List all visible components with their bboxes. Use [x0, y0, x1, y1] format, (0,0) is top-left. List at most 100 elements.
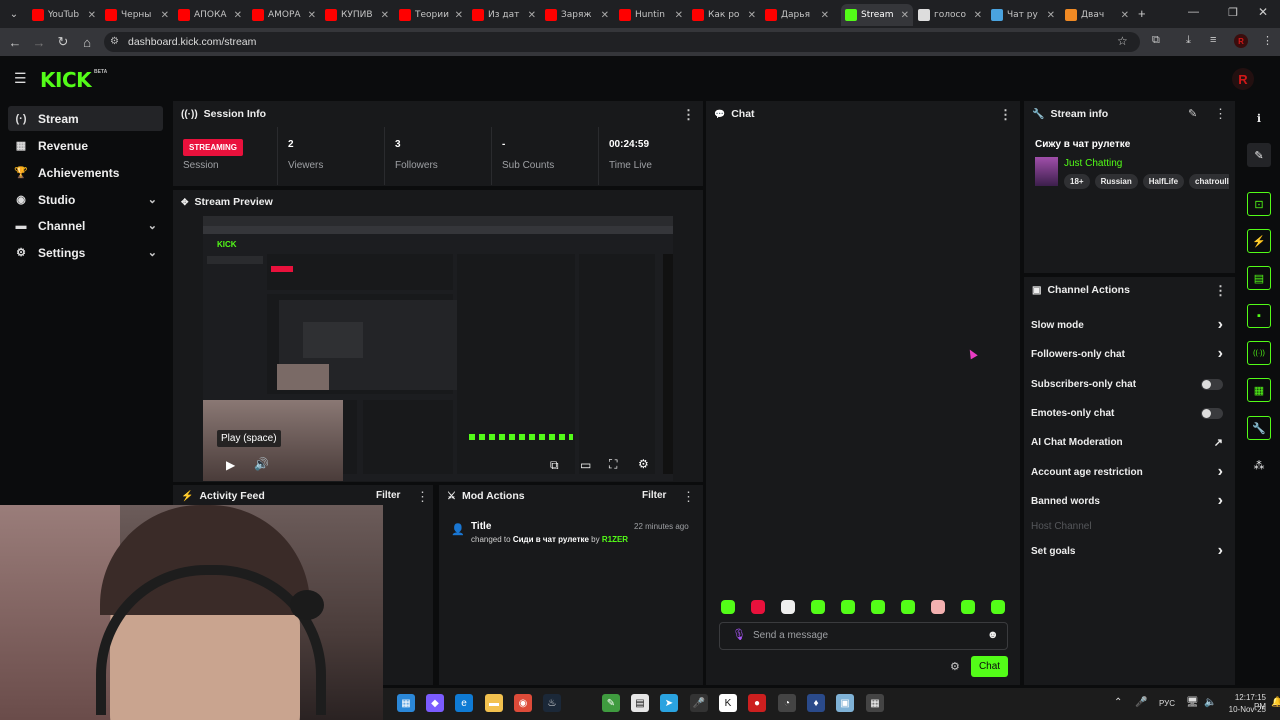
stream-tag[interactable]: chatroull: [1189, 174, 1229, 189]
category-thumbnail[interactable]: [1035, 157, 1058, 186]
url-input[interactable]: dashboard.kick.com/stream: [104, 32, 1140, 52]
close-tab-icon[interactable]: ✕: [821, 10, 829, 21]
steam-icon[interactable]: ♨: [543, 694, 561, 712]
info-icon[interactable]: ℹ: [1247, 106, 1271, 130]
network-icon[interactable]: 🖥: [1186, 697, 1199, 708]
edit-pencil-icon[interactable]: ✎: [1188, 107, 1197, 120]
mod-filter-button[interactable]: Filter: [642, 490, 666, 501]
chat-toggle-icon[interactable]: ▪: [1247, 304, 1271, 328]
clock-date[interactable]: 10-Nov-25: [1222, 705, 1266, 714]
telegram-icon[interactable]: ➤: [660, 694, 678, 712]
language-indicator[interactable]: РУС: [1159, 699, 1175, 708]
fullscreen-icon[interactable]: ⛶: [609, 457, 617, 472]
sidebar-item-stream[interactable]: (·) Stream: [8, 106, 163, 131]
browser-tab[interactable]: АПОКА ✕: [174, 4, 246, 26]
chat-send-button[interactable]: Chat: [971, 656, 1008, 677]
category-link[interactable]: Just Chatting: [1064, 158, 1122, 169]
close-tab-icon[interactable]: ✕: [528, 10, 536, 21]
tray-chevron-icon[interactable]: ⌃: [1114, 697, 1122, 708]
channel-action-item[interactable]: Subscribers-only chat: [1031, 374, 1227, 394]
chevron-right-icon[interactable]: ›: [1218, 316, 1223, 334]
play-icon[interactable]: ▶: [226, 458, 235, 472]
obs-icon[interactable]: ◔: [778, 694, 796, 712]
channel-action-item[interactable]: Banned words ›: [1031, 491, 1227, 511]
broadcast-rail-icon[interactable]: ((·)): [1247, 341, 1271, 365]
site-info-icon[interactable]: ⚙: [110, 36, 119, 47]
calculator-icon[interactable]: ▦: [866, 694, 884, 712]
emote-button[interactable]: [901, 600, 915, 614]
browser-tab[interactable]: Huntin ✕: [615, 4, 687, 26]
browser-tab[interactable]: Stream ✕: [841, 4, 913, 26]
close-tab-icon[interactable]: ✕: [901, 10, 909, 21]
edge-icon[interactable]: e: [455, 694, 473, 712]
chat-placeholder[interactable]: Send a message: [753, 630, 828, 641]
browser-tab[interactable]: Теории ✕: [395, 4, 467, 26]
browser-tab[interactable]: Чат ру ✕: [987, 4, 1059, 26]
extensions-icon[interactable]: ⧉: [1152, 34, 1160, 47]
browser-tab[interactable]: Черны ✕: [101, 4, 173, 26]
pip-icon[interactable]: ⧉: [550, 458, 559, 473]
close-tab-icon[interactable]: ✕: [234, 10, 242, 21]
mod-entry-user[interactable]: R1ZER: [602, 535, 628, 544]
sidebar-item-achievements[interactable]: 🏆 Achievements: [8, 160, 163, 185]
notepad-icon[interactable]: ✎: [602, 694, 620, 712]
mod-menu-icon[interactable]: ⋮: [682, 489, 695, 505]
tray-mic-icon[interactable]: 🎤: [1135, 697, 1147, 708]
speaker-icon[interactable]: 🔈: [1204, 697, 1216, 708]
activity-menu-icon[interactable]: ⋮: [416, 489, 429, 505]
chevron-down-icon[interactable]: ⌄: [148, 246, 157, 259]
channel-action-item[interactable]: Set goals ›: [1031, 541, 1227, 561]
channel-action-item[interactable]: Slow mode ›: [1031, 315, 1227, 335]
game-icon[interactable]: ♦: [807, 694, 825, 712]
reading-list-icon[interactable]: ≡: [1210, 34, 1216, 46]
browser-tab[interactable]: КУПИВ ✕: [321, 4, 393, 26]
file-explorer-icon[interactable]: ▬: [485, 694, 503, 712]
close-tab-icon[interactable]: ✕: [381, 10, 389, 21]
channel-action-item[interactable]: Emotes-only chat: [1031, 403, 1227, 423]
channel-actions-menu-icon[interactable]: ⋮: [1214, 284, 1227, 297]
close-tab-icon[interactable]: ✕: [161, 10, 169, 21]
close-tab-icon[interactable]: ✕: [308, 10, 316, 21]
close-window-icon[interactable]: ✕: [1258, 5, 1268, 19]
quick-actions-icon[interactable]: ⚡: [1247, 229, 1271, 253]
close-tab-icon[interactable]: ✕: [455, 10, 463, 21]
close-tab-icon[interactable]: ✕: [88, 10, 96, 21]
microphone-app-icon[interactable]: 🎤: [690, 694, 708, 712]
chevron-right-icon[interactable]: ›: [1218, 492, 1223, 510]
sidebar-item-channel[interactable]: ▬ Channel ⌄: [8, 213, 163, 238]
sidebar-item-studio[interactable]: ◉ Studio ⌄: [8, 187, 163, 212]
browser-tab[interactable]: Из дат ✕: [468, 4, 540, 26]
external-link-icon[interactable]: ↗: [1214, 436, 1223, 449]
toggle-switch[interactable]: [1201, 407, 1223, 419]
chevron-down-icon[interactable]: ⌄: [148, 193, 157, 206]
emote-button[interactable]: [871, 600, 885, 614]
chat-settings-icon[interactable]: ⚙: [950, 660, 960, 673]
layout-icon[interactable]: ▦: [1247, 378, 1271, 402]
notifications-icon[interactable]: 🔔: [1271, 697, 1280, 708]
user-avatar[interactable]: R: [1232, 68, 1254, 90]
chevron-right-icon[interactable]: ›: [1218, 542, 1223, 560]
sidebar-item-revenue[interactable]: ▦ Revenue: [8, 133, 163, 158]
windows-start-icon[interactable]: ▦: [397, 694, 415, 712]
session-menu-icon[interactable]: ⋮: [682, 108, 695, 121]
channel-action-item[interactable]: AI Chat Moderation ↗: [1031, 432, 1227, 452]
notes-icon[interactable]: ▤: [1247, 266, 1271, 290]
browser-tab[interactable]: Как ро ✕: [688, 4, 760, 26]
stream-tag[interactable]: 18+: [1064, 174, 1090, 189]
settings-icon[interactable]: ⚙: [638, 457, 649, 471]
close-tab-icon[interactable]: ✕: [974, 10, 982, 21]
more-widgets-icon[interactable]: ⁂: [1247, 453, 1271, 477]
copilot-icon[interactable]: ◆: [426, 694, 444, 712]
channel-action-item[interactable]: Account age restriction ›: [1031, 462, 1227, 482]
recorder-icon[interactable]: ●: [748, 694, 766, 712]
chevron-right-icon[interactable]: ›: [1218, 463, 1223, 481]
emote-button[interactable]: [841, 600, 855, 614]
emote-button[interactable]: [931, 600, 945, 614]
sidebar-item-settings[interactable]: ⚙ Settings ⌄: [8, 240, 163, 265]
browser-tab[interactable]: голосо ✕: [914, 4, 986, 26]
mic-icon[interactable]: 🎙: [732, 628, 746, 641]
maximize-icon[interactable]: ❐: [1228, 6, 1238, 19]
reload-icon[interactable]: ↻: [54, 33, 72, 51]
browser-tab[interactable]: Двач ✕: [1061, 4, 1133, 26]
close-tab-icon[interactable]: ✕: [748, 10, 756, 21]
